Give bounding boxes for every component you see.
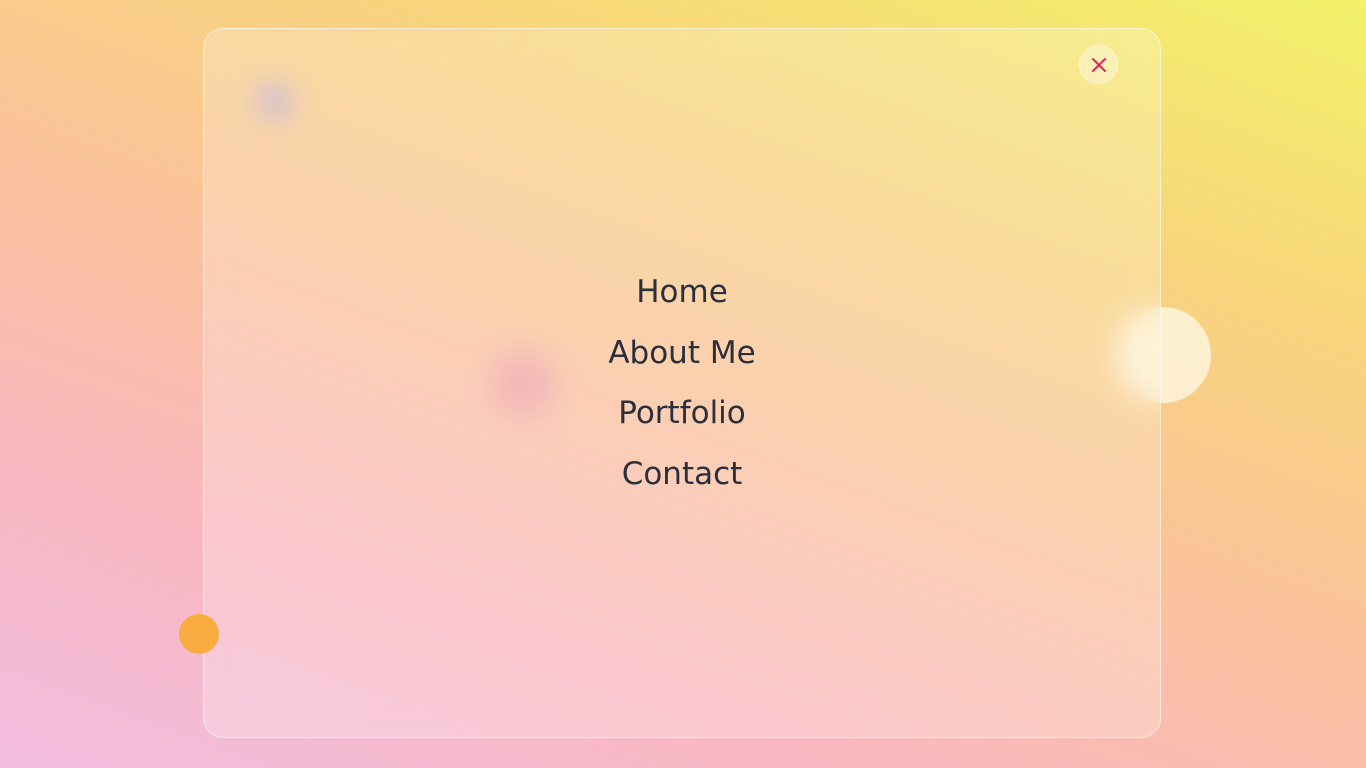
main-navigation-menu: Home About Me Portfolio Contact <box>203 262 1161 504</box>
nav-link-contact[interactable]: Contact <box>622 444 743 505</box>
close-icon <box>1091 57 1107 73</box>
nav-link-portfolio[interactable]: Portfolio <box>618 383 746 444</box>
close-menu-button[interactable] <box>1079 45 1118 84</box>
nav-link-about-me[interactable]: About Me <box>608 323 755 384</box>
decorative-orange-circle <box>179 614 219 654</box>
nav-link-home[interactable]: Home <box>636 262 728 323</box>
